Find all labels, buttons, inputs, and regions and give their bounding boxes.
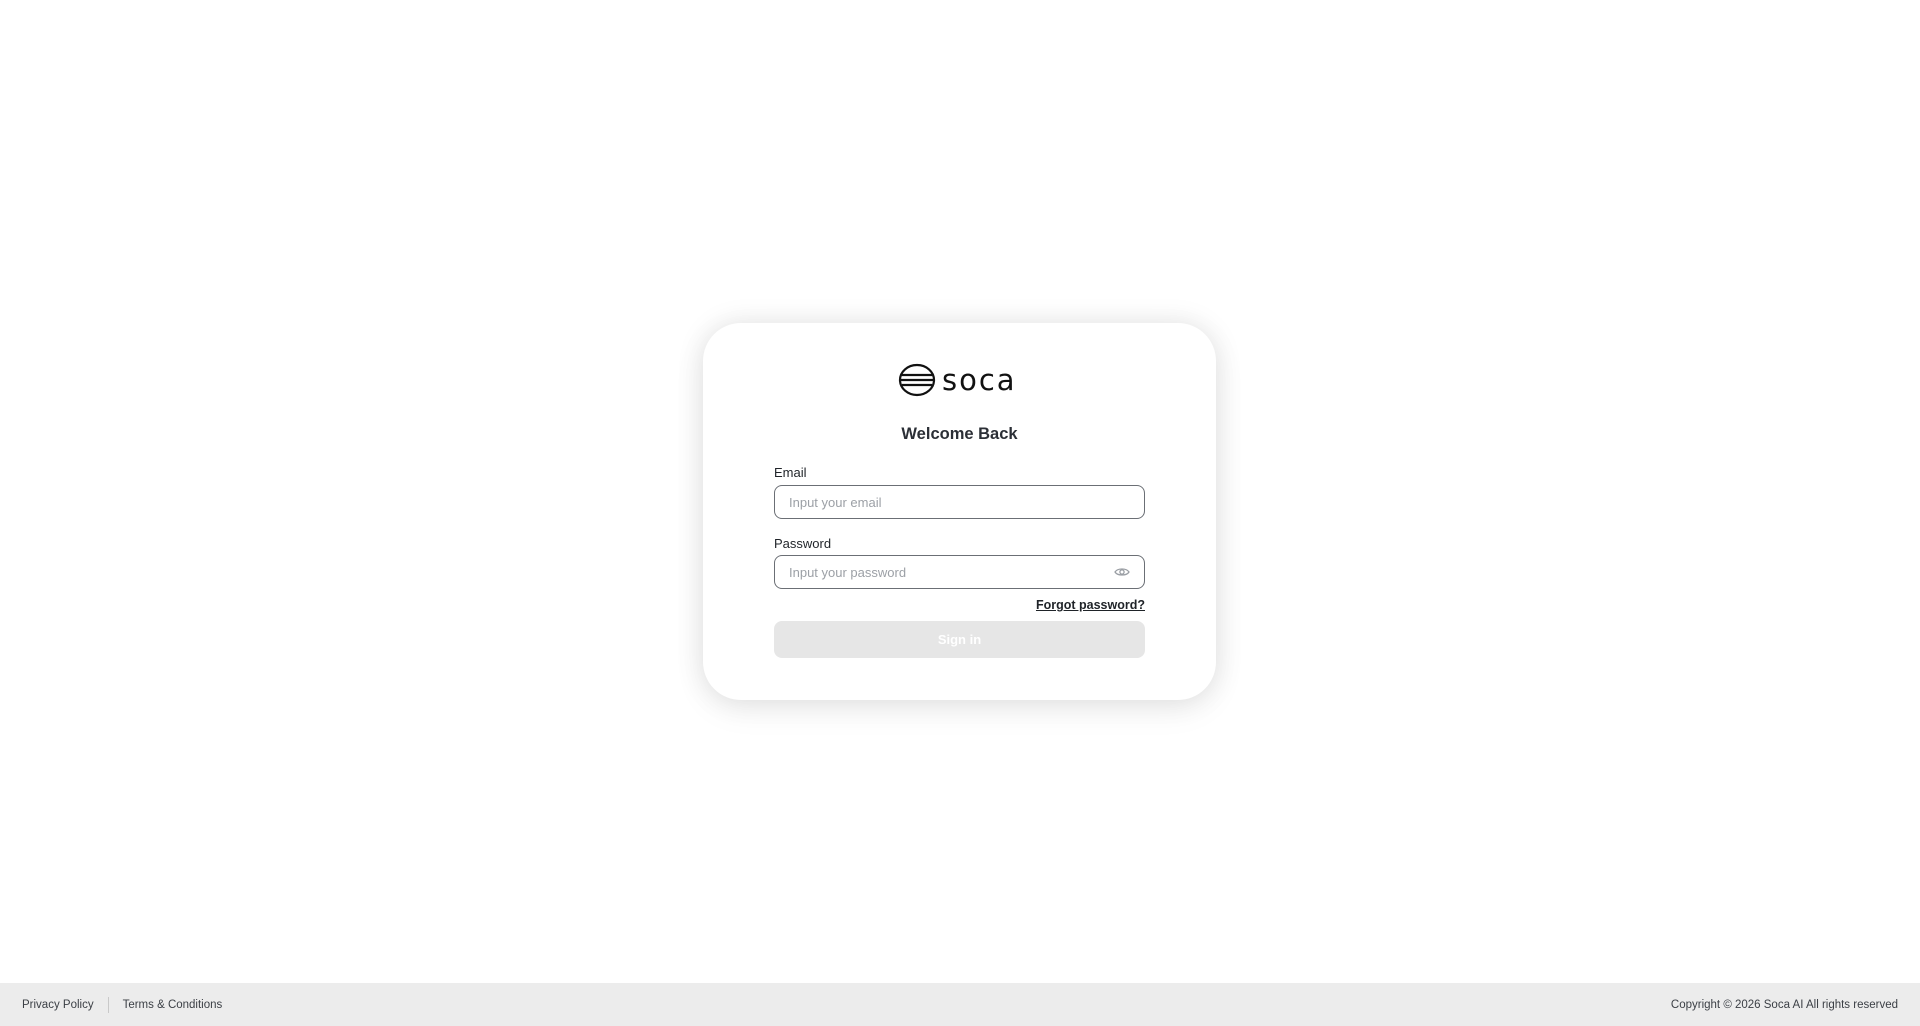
terms-conditions-link[interactable]: Terms & Conditions <box>123 999 223 1011</box>
password-field-container <box>774 555 1145 589</box>
brand-logo: soca <box>898 363 1017 397</box>
email-field-container <box>774 485 1145 519</box>
globe-icon <box>898 363 936 397</box>
login-card: soca Welcome Back Email Password Forgot … <box>703 323 1216 700</box>
footer-divider <box>107 996 109 1013</box>
copyright-text: Copyright © 2026 Soca AI All rights rese… <box>1670 998 1898 1011</box>
privacy-policy-link[interactable]: Privacy Policy <box>22 999 94 1011</box>
page-title: Welcome Back <box>901 425 1018 443</box>
footer-links: Privacy Policy Terms & Conditions <box>22 996 223 1013</box>
password-label: Password <box>774 536 832 551</box>
brand-name: soca <box>942 362 1017 397</box>
eye-icon[interactable] <box>1114 566 1130 578</box>
footer: Privacy Policy Terms & Conditions Copyri… <box>0 983 1920 1026</box>
password-field[interactable] <box>789 564 1106 580</box>
sign-in-button[interactable]: Sign in <box>774 621 1145 658</box>
login-page: soca Welcome Back Email Password Forgot … <box>0 0 1920 1026</box>
email-field[interactable] <box>789 494 1130 510</box>
email-label: Email <box>774 465 807 480</box>
forgot-password-link[interactable]: Forgot password? <box>1036 598 1145 612</box>
